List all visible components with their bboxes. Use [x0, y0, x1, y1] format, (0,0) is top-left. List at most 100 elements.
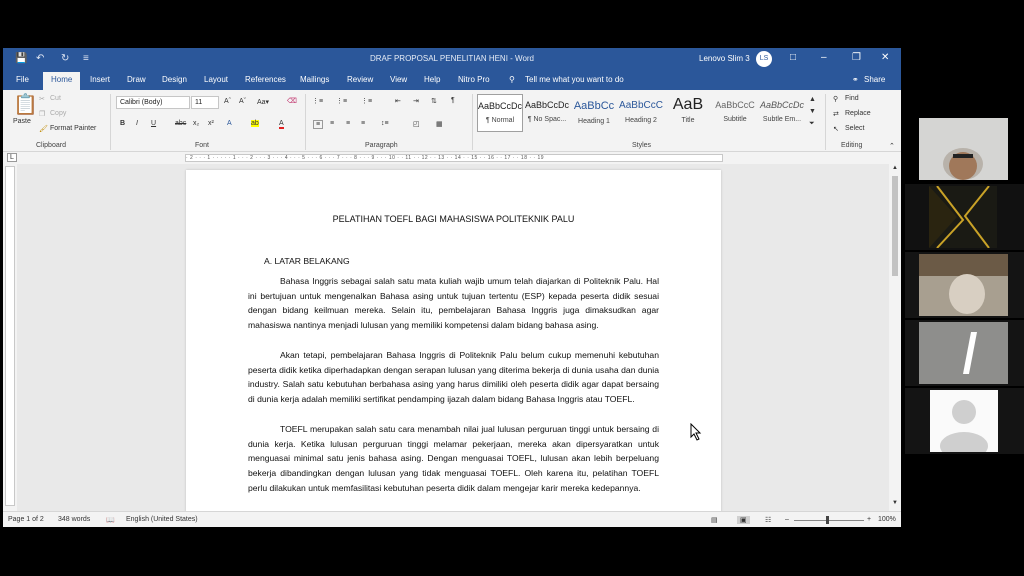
- strikethrough-icon[interactable]: abc: [175, 120, 186, 127]
- participant-tile[interactable]: [905, 320, 1024, 386]
- align-center-icon[interactable]: ≡: [330, 120, 334, 127]
- sort-icon[interactable]: ⇅: [431, 97, 437, 105]
- zoom-out-icon[interactable]: –: [785, 516, 789, 523]
- decrease-indent-icon[interactable]: ⇤: [395, 97, 401, 105]
- subscript-icon[interactable]: x₂: [193, 120, 199, 127]
- shading-icon[interactable]: ◰: [413, 120, 420, 128]
- style-normal[interactable]: AaBbCcDc ¶ Normal: [477, 94, 523, 132]
- tab-design[interactable]: Design: [162, 75, 187, 84]
- vertical-scrollbar[interactable]: ▲ ▼: [889, 164, 901, 511]
- account-name[interactable]: Lenovo Slim 3: [699, 54, 750, 63]
- participant-tile[interactable]: [905, 184, 1024, 250]
- minimize-icon[interactable]: –: [821, 52, 827, 63]
- text-effects-icon[interactable]: A: [227, 120, 232, 127]
- format-painter-icon[interactable]: 🖌: [39, 125, 48, 133]
- superscript-icon[interactable]: x²: [208, 120, 214, 127]
- font-name-combo[interactable]: Calibri (Body): [116, 96, 190, 109]
- justify-icon[interactable]: ≡: [361, 120, 365, 127]
- shrink-font-icon[interactable]: Aˇ: [239, 98, 246, 105]
- numbering-icon[interactable]: ⋮≡: [336, 97, 347, 105]
- replace-icon[interactable]: ⇄: [833, 110, 839, 118]
- italic-icon[interactable]: I: [136, 120, 138, 127]
- share-icon[interactable]: ⚭: [852, 75, 859, 84]
- participant-tile[interactable]: [905, 252, 1024, 318]
- document-canvas[interactable]: PELATIHAN TOEFL BAGI MAHASISWA POLITEKNI…: [17, 164, 889, 511]
- ribbon-display-options-icon[interactable]: □: [790, 52, 796, 63]
- proofing-icon[interactable]: 📖: [106, 516, 115, 524]
- copy-button[interactable]: Copy: [50, 110, 66, 117]
- horizontal-ruler[interactable]: L · 2 · · · 1 · · · · · 1 · · · 2 · · · …: [3, 152, 901, 164]
- tab-review[interactable]: Review: [347, 75, 373, 84]
- tab-mailings[interactable]: Mailings: [300, 75, 329, 84]
- style-subtle-emphasis[interactable]: AaBbCcDc Subtle Em...: [759, 94, 805, 132]
- highlight-icon[interactable]: ab: [251, 120, 259, 127]
- tab-view[interactable]: View: [390, 75, 407, 84]
- font-color-icon[interactable]: A: [279, 120, 284, 129]
- tab-home[interactable]: Home: [43, 72, 81, 90]
- close-icon[interactable]: ✕: [881, 52, 889, 63]
- find-icon[interactable]: ⚲: [833, 95, 838, 103]
- language[interactable]: English (United States): [126, 516, 198, 523]
- cut-icon[interactable]: ✂: [39, 95, 45, 103]
- tab-references[interactable]: References: [245, 75, 286, 84]
- document-page[interactable]: PELATIHAN TOEFL BAGI MAHASISWA POLITEKNI…: [186, 170, 721, 511]
- align-right-icon[interactable]: ≡: [346, 120, 350, 127]
- scroll-down-icon[interactable]: ▼: [892, 500, 898, 506]
- change-case-icon[interactable]: Aa▾: [257, 98, 269, 106]
- bullets-icon[interactable]: ⋮≡: [312, 97, 323, 105]
- select-icon[interactable]: ↖: [833, 125, 839, 133]
- account-avatar[interactable]: LS: [756, 51, 772, 67]
- style-title[interactable]: AaB Title: [665, 94, 711, 132]
- participant-tile[interactable]: [905, 116, 1024, 182]
- format-painter-button[interactable]: Format Painter: [50, 125, 96, 132]
- line-spacing-icon[interactable]: ↕≡: [381, 120, 389, 127]
- zoom-slider[interactable]: [794, 520, 864, 521]
- tab-help[interactable]: Help: [424, 75, 440, 84]
- bold-icon[interactable]: B: [120, 120, 125, 127]
- multilevel-list-icon[interactable]: ⋮≡: [361, 97, 372, 105]
- tab-selector-icon[interactable]: L: [7, 153, 17, 162]
- style-heading-1[interactable]: AaBbCc Heading 1: [571, 94, 617, 132]
- show-formatting-marks-icon[interactable]: ¶: [451, 97, 455, 104]
- borders-icon[interactable]: ▦: [436, 120, 443, 128]
- tab-insert[interactable]: Insert: [90, 75, 110, 84]
- style-subtitle[interactable]: AaBbCcC Subtitle: [712, 94, 758, 132]
- maximize-icon[interactable]: ❐: [852, 52, 861, 63]
- participant-tile[interactable]: [905, 388, 1024, 460]
- scrollbar-thumb[interactable]: [892, 176, 898, 276]
- styles-scroll-up-icon[interactable]: ▲: [809, 96, 816, 103]
- clear-formatting-icon[interactable]: ⌫: [287, 97, 297, 105]
- style-heading-2[interactable]: AaBbCcC Heading 2: [618, 94, 664, 132]
- cut-button[interactable]: Cut: [50, 95, 61, 102]
- replace-button[interactable]: Replace: [845, 110, 871, 117]
- tab-draw[interactable]: Draw: [127, 75, 146, 84]
- tab-nitro-pro[interactable]: Nitro Pro: [458, 75, 490, 84]
- page-count[interactable]: Page 1 of 2: [8, 516, 44, 523]
- scroll-up-icon[interactable]: ▲: [892, 165, 898, 171]
- tell-me-search[interactable]: Tell me what you want to do: [525, 75, 624, 84]
- tab-layout[interactable]: Layout: [204, 75, 228, 84]
- share-button[interactable]: Share: [864, 75, 885, 84]
- vertical-ruler[interactable]: [5, 166, 15, 506]
- align-left-icon[interactable]: ≡: [313, 120, 324, 129]
- find-button[interactable]: Find: [845, 95, 859, 102]
- word-count[interactable]: 348 words: [58, 516, 90, 523]
- tab-file[interactable]: File: [16, 75, 29, 84]
- select-button[interactable]: Select: [845, 125, 864, 132]
- styles-scroll-down-icon[interactable]: ▼: [809, 108, 816, 115]
- copy-icon[interactable]: ❐: [39, 110, 45, 118]
- grow-font-icon[interactable]: Aˆ: [224, 98, 231, 105]
- increase-indent-icon[interactable]: ⇥: [413, 97, 419, 105]
- print-layout-icon[interactable]: ▣: [737, 516, 750, 524]
- underline-icon[interactable]: U: [151, 120, 156, 127]
- styles-more-icon[interactable]: ⏷: [809, 120, 815, 128]
- zoom-in-icon[interactable]: +: [867, 516, 871, 523]
- zoom-level[interactable]: 100%: [878, 516, 896, 523]
- zoom-slider-thumb[interactable]: [826, 516, 829, 524]
- style-no-spacing[interactable]: AaBbCcDc ¶ No Spac...: [524, 94, 570, 132]
- web-layout-icon[interactable]: ☷: [765, 516, 771, 524]
- paste-button[interactable]: Paste: [13, 118, 31, 125]
- paste-icon[interactable]: 📋: [13, 92, 38, 117]
- read-mode-icon[interactable]: ▤: [711, 516, 718, 524]
- font-size-combo[interactable]: 11: [191, 96, 219, 109]
